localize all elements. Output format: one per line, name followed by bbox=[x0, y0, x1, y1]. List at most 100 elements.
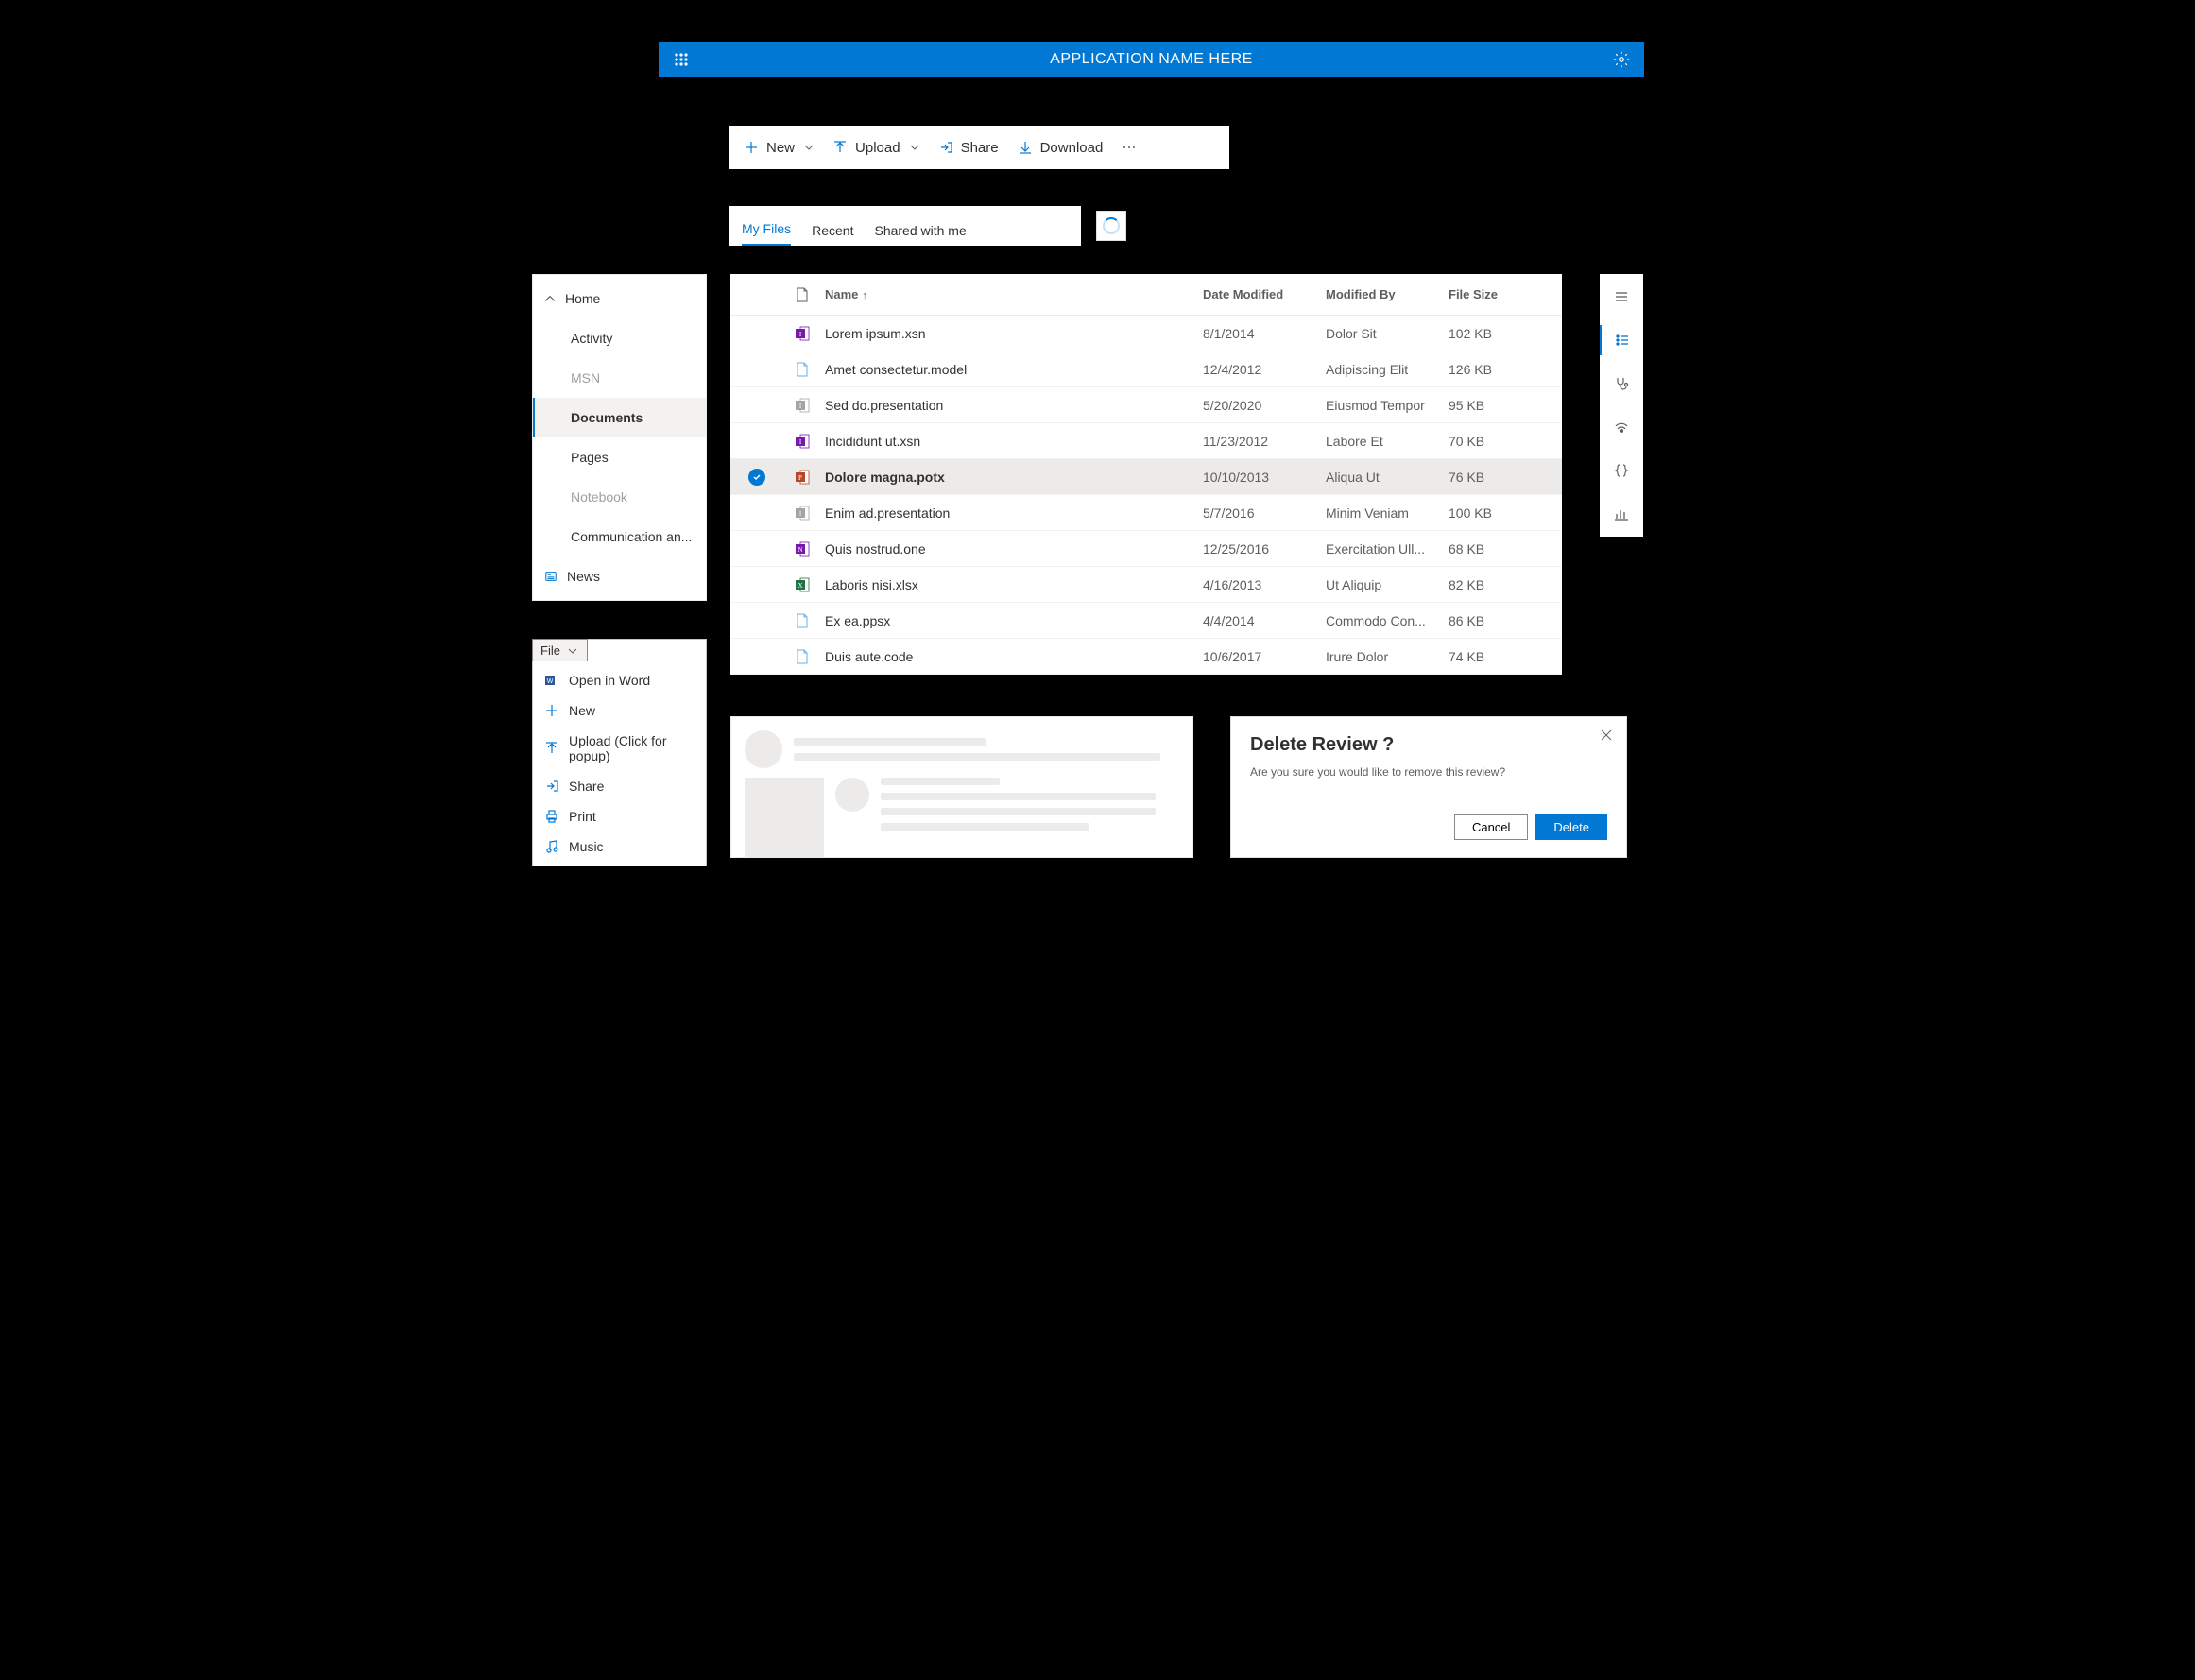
nav-item-notebook[interactable]: Notebook bbox=[533, 477, 706, 517]
file-name: Duis aute.code bbox=[821, 649, 1203, 664]
chevron-down-icon bbox=[910, 143, 919, 152]
upload-button[interactable]: Upload bbox=[823, 126, 929, 169]
shimmer-image bbox=[745, 778, 824, 857]
file-row[interactable]: Ex ea.ppsx4/4/2014Commodo Con...86 KB bbox=[730, 603, 1562, 639]
menu-item-open-in-word[interactable]: WOpen in Word bbox=[533, 665, 706, 695]
file-row[interactable]: Amet consectetur.model12/4/2012Adipiscin… bbox=[730, 351, 1562, 387]
menu-item-share[interactable]: Share bbox=[533, 771, 706, 801]
file-type-icon: I bbox=[783, 326, 821, 341]
rail-list-icon[interactable] bbox=[1600, 325, 1643, 355]
file-name: Enim ad.presentation bbox=[821, 506, 1203, 521]
new-button[interactable]: New bbox=[734, 126, 823, 169]
column-modifiedby-header[interactable]: Modified By bbox=[1326, 287, 1449, 301]
tab-recent[interactable]: Recent bbox=[812, 214, 853, 246]
left-navigation: Home Activity MSNDocumentsPages Notebook Co… bbox=[532, 274, 707, 601]
file-date: 12/25/2016 bbox=[1203, 541, 1326, 557]
nav-item-activity[interactable]: Activity bbox=[533, 318, 706, 358]
rail-braces-icon[interactable] bbox=[1606, 455, 1637, 486]
file-size: 68 KB bbox=[1449, 541, 1562, 557]
nav-item-label: Activity bbox=[571, 331, 612, 346]
file-size: 76 KB bbox=[1449, 470, 1562, 485]
menu-item-upload-click-for-popup-[interactable]: Upload (Click for popup) bbox=[533, 726, 706, 771]
file-type-icon: I bbox=[783, 506, 821, 521]
file-menu-trigger[interactable]: File bbox=[532, 639, 588, 661]
file-type-icon bbox=[796, 287, 809, 302]
file-date: 8/1/2014 bbox=[1203, 326, 1326, 341]
tab-my-files[interactable]: My Files bbox=[742, 212, 791, 246]
menu-item-print[interactable]: Print bbox=[533, 801, 706, 831]
file-size: 70 KB bbox=[1449, 434, 1562, 449]
file-size: 82 KB bbox=[1449, 577, 1562, 592]
rail-menu-icon[interactable] bbox=[1606, 282, 1637, 312]
column-date-header[interactable]: Date Modified bbox=[1203, 287, 1326, 301]
file-row[interactable]: ILorem ipsum.xsn8/1/2014Dolor Sit102 KB bbox=[730, 316, 1562, 351]
file-row[interactable]: Duis aute.code10/6/2017Irure Dolor74 KB bbox=[730, 639, 1562, 675]
file-list-header: Name↑ Date Modified Modified By File Siz… bbox=[730, 274, 1562, 316]
column-size-header[interactable]: File Size bbox=[1449, 287, 1562, 301]
rail-chart-icon[interactable] bbox=[1606, 499, 1637, 529]
file-modified-by: Irure Dolor bbox=[1326, 649, 1449, 664]
news-icon bbox=[544, 570, 557, 583]
new-label: New bbox=[766, 140, 795, 156]
nav-news-label: News bbox=[567, 569, 600, 584]
dialog-delete-button[interactable]: Delete bbox=[1535, 814, 1607, 840]
waffle-icon[interactable] bbox=[659, 52, 704, 67]
file-row[interactable]: IEnim ad.presentation5/7/2016Minim Venia… bbox=[730, 495, 1562, 531]
file-date: 10/6/2017 bbox=[1203, 649, 1326, 664]
shimmer-placeholder bbox=[730, 716, 1193, 858]
share-label: Share bbox=[961, 140, 999, 156]
nav-item-msn[interactable]: MSN bbox=[533, 358, 706, 398]
settings-gear-icon[interactable] bbox=[1599, 51, 1644, 68]
menu-item-label: New bbox=[569, 703, 595, 718]
nav-home[interactable]: Home bbox=[533, 279, 706, 318]
check-icon[interactable] bbox=[748, 469, 765, 486]
file-row[interactable]: IIncididunt ut.xsn11/23/2012Labore Et70 … bbox=[730, 423, 1562, 459]
dialog-close-icon[interactable] bbox=[1600, 729, 1615, 744]
upload-icon bbox=[544, 741, 559, 756]
file-modified-by: Minim Veniam bbox=[1326, 506, 1449, 521]
menu-item-label: Upload (Click for popup) bbox=[569, 733, 695, 763]
command-bar: New Upload Share Download bbox=[729, 126, 1229, 169]
file-type-icon: I bbox=[783, 434, 821, 449]
file-date: 5/7/2016 bbox=[1203, 506, 1326, 521]
file-modified-by: Aliqua Ut bbox=[1326, 470, 1449, 485]
file-row[interactable]: PDolore magna.potx10/10/2013Aliqua Ut76 … bbox=[730, 459, 1562, 495]
file-modified-by: Ut Aliquip bbox=[1326, 577, 1449, 592]
column-name-header[interactable]: Name↑ bbox=[821, 287, 1203, 301]
file-size: 86 KB bbox=[1449, 613, 1562, 628]
download-button[interactable]: Download bbox=[1008, 126, 1113, 169]
tab-shared-with-me[interactable]: Shared with me bbox=[874, 214, 966, 246]
file-size: 126 KB bbox=[1449, 362, 1562, 377]
share-button[interactable]: Share bbox=[929, 126, 1008, 169]
file-modified-by: Labore Et bbox=[1326, 434, 1449, 449]
file-type-icon: X bbox=[783, 577, 821, 592]
menu-item-label: Print bbox=[569, 809, 596, 824]
file-size: 102 KB bbox=[1449, 326, 1562, 341]
nav-home-label: Home bbox=[565, 291, 600, 306]
rail-stethoscope-icon[interactable] bbox=[1606, 369, 1637, 399]
file-date: 12/4/2012 bbox=[1203, 362, 1326, 377]
file-size: 95 KB bbox=[1449, 398, 1562, 413]
dialog-cancel-button[interactable]: Cancel bbox=[1454, 814, 1528, 840]
nav-item-documents[interactable]: Documents bbox=[533, 398, 706, 437]
delete-dialog: Delete Review ? Are you sure you would l… bbox=[1230, 716, 1627, 858]
nav-item-communication-an-[interactable]: Communication an... bbox=[533, 517, 706, 557]
file-row[interactable]: ISed do.presentation5/20/2020Eiusmod Tem… bbox=[730, 387, 1562, 423]
rail-broadcast-icon[interactable] bbox=[1606, 412, 1637, 442]
menu-item-new[interactable]: New bbox=[533, 695, 706, 726]
nav-news[interactable]: News bbox=[533, 557, 706, 596]
nav-item-label: Notebook bbox=[571, 489, 627, 505]
file-row[interactable]: NQuis nostrud.one12/25/2016Exercitation … bbox=[730, 531, 1562, 567]
nav-item-pages[interactable]: Pages bbox=[533, 437, 706, 477]
overflow-button[interactable] bbox=[1112, 126, 1146, 169]
svg-text:P: P bbox=[798, 474, 802, 482]
svg-text:X: X bbox=[797, 582, 802, 590]
file-name: Dolore magna.potx bbox=[821, 470, 1203, 485]
menu-item-music[interactable]: Music bbox=[533, 831, 706, 862]
file-size: 74 KB bbox=[1449, 649, 1562, 664]
file-dropdown-menu: File WOpen in Word New Upload (Click for p… bbox=[532, 639, 707, 866]
file-size: 100 KB bbox=[1449, 506, 1562, 521]
file-type-icon bbox=[783, 613, 821, 628]
file-modified-by: Eiusmod Tempor bbox=[1326, 398, 1449, 413]
file-row[interactable]: XLaboris nisi.xlsx4/16/2013Ut Aliquip82 … bbox=[730, 567, 1562, 603]
